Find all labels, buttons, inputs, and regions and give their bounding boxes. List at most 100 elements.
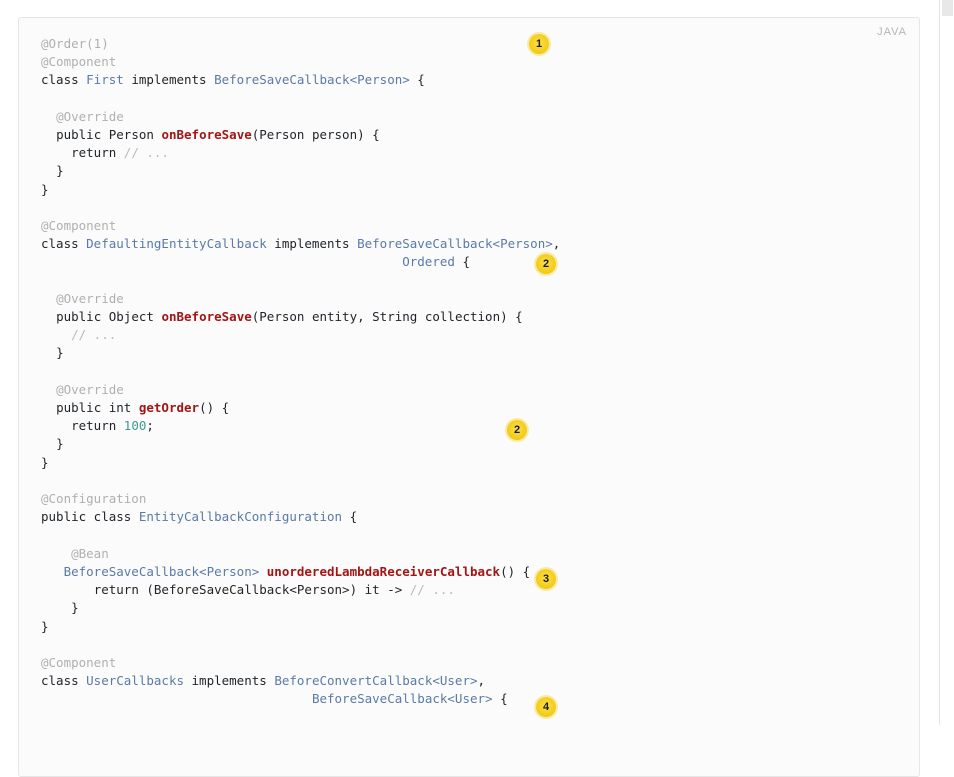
code-token-kw: class [41, 673, 87, 689]
code-line: } [41, 163, 64, 178]
code-line: public class EntityCallbackConfiguration… [41, 509, 357, 524]
code-token-punct: () { [500, 563, 531, 579]
code-line: public int getOrder() { [41, 400, 229, 415]
scrollbar-thumb[interactable] [942, 0, 953, 16]
code-token-ann: @Order(1) [41, 36, 109, 51]
code-token-cmt: // ... [409, 582, 455, 598]
code-token-type: BeforeSaveCallback<Person> [63, 563, 260, 579]
page-scrollbar[interactable] [939, 0, 954, 725]
code-token-punct: (Person person) { [251, 127, 380, 143]
code-token-type: EntityCallbackConfiguration [138, 509, 343, 525]
code-line: Ordered { [41, 254, 470, 269]
code-token-punct: , [477, 673, 486, 689]
code-line: class UserCallbacks implements BeforeCon… [41, 673, 485, 688]
code-token-ann: @Override [56, 290, 124, 306]
code-block-container: JAVA @Order(1) @Component class First im… [18, 17, 920, 777]
code-token-punct: , [552, 236, 561, 252]
code-line: @Component [41, 54, 116, 69]
code-line: BeforeSaveCallback<Person> unorderedLamb… [41, 563, 531, 579]
code-token-type: First [86, 72, 124, 88]
code-token-ann: @Component [41, 54, 117, 70]
code-line: @Bean [41, 546, 109, 561]
callout-badge-3[interactable]: 3 [536, 569, 556, 589]
code-token-type: BeforeSaveCallback<Person> [357, 236, 553, 252]
code-token-kw: class [41, 72, 87, 88]
code-line: @Override [41, 291, 124, 306]
code-token-kw: return [93, 582, 147, 598]
code-token-fn: onBeforeSave [161, 127, 252, 143]
code-token-ann: @Component [41, 654, 117, 670]
code-token-punct: { [492, 691, 508, 707]
code-line: class First implements BeforeSaveCallbac… [41, 72, 425, 87]
code-token-punct: (BeforeSaveCallback<Person>) it -> [146, 582, 410, 598]
code-token-punct: } [41, 181, 49, 197]
code-line: } [41, 619, 49, 634]
code-line: } [41, 600, 79, 615]
code-token-ann: @Override [56, 108, 124, 124]
code-line: BeforeSaveCallback<User> { [41, 691, 508, 706]
code-token-type: DefaultingEntityCallback [86, 236, 267, 252]
code-token-kw: public [56, 309, 109, 325]
code-token-punct: { [342, 509, 358, 525]
callout-badge-1[interactable]: 1 [529, 34, 549, 54]
code-token-type: UserCallbacks [86, 673, 184, 689]
code-token-ann: @Bean [71, 545, 109, 561]
code-token-type: BeforeConvertCallback<User> [274, 673, 478, 689]
callout-badge-2[interactable]: 2 [507, 420, 527, 440]
code-line: return (BeforeSaveCallback<Person>) it -… [41, 582, 455, 597]
code-line: // ... [41, 327, 116, 342]
code-token-punct: } [56, 436, 64, 452]
code-token-punct: } [56, 345, 64, 361]
code-line: return // ... [41, 145, 169, 160]
code-token-num: 100 [123, 418, 147, 434]
code-line: @Override [41, 382, 124, 397]
code-token-ann: @Configuration [41, 491, 147, 507]
code-token-punct: (Person entity, String collection) { [251, 309, 523, 325]
code-line: return 100; [41, 418, 154, 433]
code-token-punct: { [409, 72, 425, 88]
code-line: @Override [41, 109, 124, 124]
code-token-cmt: // ... [71, 327, 117, 343]
code-token-ann: @Component [41, 218, 117, 234]
code-token-punct [259, 564, 267, 579]
code-token-type: BeforeSaveCallback<Person> [214, 72, 410, 88]
code-token-punct: } [71, 600, 79, 616]
code-token-punct: } [41, 618, 49, 634]
code-token-kw: implements [123, 72, 215, 88]
code-token-punct: () { [199, 400, 230, 416]
code-line: class DefaultingEntityCallback implement… [41, 236, 560, 251]
code-token-punct: { [454, 254, 470, 270]
code-token-kw: implements [266, 236, 358, 252]
code-token-cmt: // ... [123, 145, 169, 161]
code-line: } [41, 436, 64, 451]
code-token-type: Ordered [402, 254, 455, 270]
code-token-ann: @Override [56, 381, 124, 397]
code-line: @Component [41, 218, 116, 233]
code-token-kw: public [56, 400, 109, 416]
code-line: public Person onBeforeSave(Person person… [41, 127, 380, 142]
code-token-kw: return [71, 418, 124, 434]
code-token-kw: class [41, 236, 87, 252]
code-token-kw: return [71, 145, 124, 161]
code-content[interactable]: @Order(1) @Component class First impleme… [41, 35, 560, 709]
code-line: } [41, 455, 49, 470]
code-token-kw: public [56, 127, 109, 143]
code-token-kw: int [108, 400, 139, 416]
code-token-fn: onBeforeSave [161, 309, 252, 325]
code-token-fn: getOrder [138, 400, 200, 416]
code-token-type: BeforeSaveCallback<User> [311, 691, 493, 707]
code-token-punct: Object [108, 309, 162, 325]
code-token-punct: Person [108, 127, 162, 143]
language-label: JAVA [877, 26, 907, 38]
code-line: public Object onBeforeSave(Person entity… [41, 309, 523, 324]
code-line: @Configuration [41, 491, 146, 506]
callout-badge-2[interactable]: 2 [536, 254, 556, 274]
code-token-kw: implements [184, 673, 275, 689]
code-token-punct: } [41, 454, 49, 470]
code-line: @Component [41, 655, 116, 670]
code-line: } [41, 345, 64, 360]
code-token-fn: unorderedLambdaReceiverCallback [266, 563, 501, 579]
code-token-kw: public class [41, 509, 139, 525]
callout-badge-4[interactable]: 4 [536, 697, 556, 717]
code-token-punct: ; [146, 418, 154, 434]
